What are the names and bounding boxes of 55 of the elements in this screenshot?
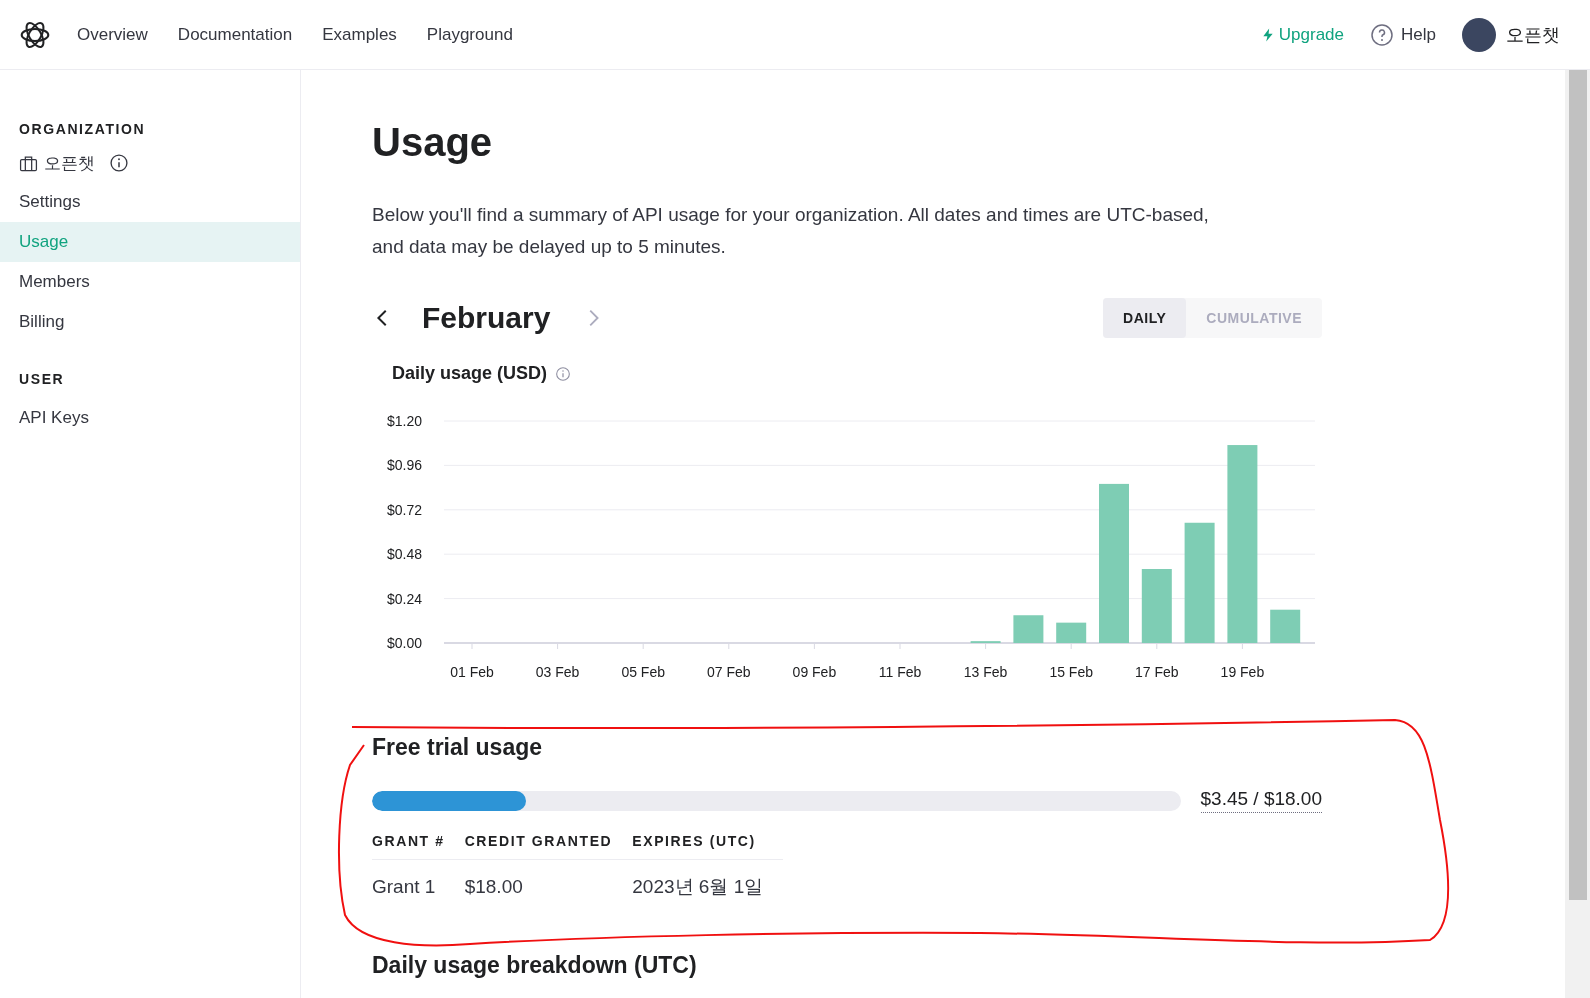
table-cell: Grant 1 bbox=[372, 859, 465, 910]
page-description: Below you'll find a summary of API usage for your organization. All dates and times are UTC-based, and data may be delayed up to 5 minutes. bbox=[372, 203, 1210, 259]
y-axis-label: $0.48 bbox=[386, 546, 422, 563]
chart-title: Daily usage (USD) bbox=[392, 363, 548, 384]
x-axis-label: 09 Feb bbox=[792, 664, 837, 680]
page-title: Usage bbox=[372, 119, 494, 166]
sidebar-item[interactable]: Settings bbox=[0, 182, 300, 222]
usage-bar[interactable] bbox=[1184, 522, 1215, 643]
usage-bar[interactable] bbox=[1013, 615, 1044, 643]
nav-link[interactable]: Playground bbox=[426, 24, 513, 45]
usage-bar[interactable] bbox=[1056, 622, 1087, 643]
column-header: CREDIT GRANTED bbox=[464, 825, 633, 860]
x-axis-label: 03 Feb bbox=[535, 664, 580, 680]
nav-link[interactable]: Examples bbox=[322, 24, 397, 45]
x-axis-label: 11 Feb bbox=[878, 664, 922, 680]
scrollbar[interactable] bbox=[1569, 70, 1587, 900]
x-axis-label: 15 Feb bbox=[1049, 664, 1093, 680]
organization-name: 오픈챗 bbox=[44, 152, 95, 175]
usage-bar[interactable] bbox=[1099, 483, 1129, 643]
table-cell: $18.00 bbox=[464, 859, 633, 910]
usage-bar[interactable] bbox=[1227, 445, 1258, 643]
section-heading: ORGANIZATION bbox=[18, 120, 147, 139]
x-axis-label: 07 Feb bbox=[707, 664, 751, 680]
x-axis-label: 17 Feb bbox=[1135, 664, 1179, 680]
info-icon bbox=[109, 153, 129, 173]
usage-bar[interactable] bbox=[1270, 609, 1301, 643]
section-title: Free trial usage bbox=[372, 733, 544, 762]
nav-link[interactable]: Overview bbox=[77, 24, 148, 45]
section-heading: USER bbox=[18, 370, 66, 389]
y-axis-label: $0.24 bbox=[386, 590, 422, 607]
help-icon bbox=[1370, 22, 1395, 47]
x-axis-label: 01 Feb bbox=[450, 664, 494, 680]
sidebar-item[interactable]: Members bbox=[0, 262, 300, 302]
sidebar-item[interactable]: Billing bbox=[0, 302, 300, 342]
month-title: February bbox=[422, 301, 551, 335]
y-axis-label: $0.00 bbox=[386, 635, 422, 651]
help-link[interactable]: Help bbox=[1370, 22, 1436, 47]
avatar[interactable] bbox=[1462, 17, 1496, 52]
column-header: GRANT # bbox=[372, 825, 465, 860]
user-name[interactable]: 오픈챗 bbox=[1506, 22, 1560, 47]
column-header: EXPIRES (UTC) bbox=[632, 825, 784, 860]
x-axis-label: 05 Feb bbox=[621, 664, 665, 680]
usage-reading: $3.45 / $18.00 bbox=[1200, 788, 1322, 813]
view-toggle-tab[interactable]: DAILY bbox=[1103, 298, 1187, 338]
table-cell: 2023년 6월 1일 bbox=[632, 859, 784, 910]
x-axis-label: 13 Feb bbox=[963, 664, 1008, 680]
section-title: Daily usage breakdown (UTC) bbox=[372, 951, 698, 980]
y-axis-label: $0.72 bbox=[386, 501, 422, 518]
y-axis-label: $1.20 bbox=[386, 413, 422, 429]
y-axis-label: $0.96 bbox=[386, 457, 422, 474]
sidebar-item[interactable]: API Keys bbox=[0, 398, 300, 438]
usage-bar[interactable] bbox=[1141, 569, 1172, 643]
x-axis-label: 19 Feb bbox=[1220, 664, 1265, 680]
info-icon bbox=[555, 365, 572, 382]
nav-link[interactable]: Documentation bbox=[177, 24, 293, 45]
